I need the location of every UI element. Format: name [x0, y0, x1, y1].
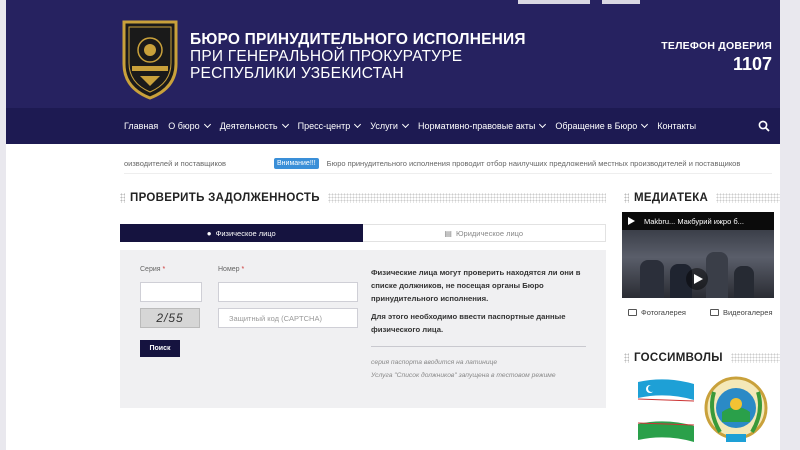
- video-figure: [734, 266, 754, 298]
- play-icon[interactable]: [686, 268, 708, 290]
- site-frame: БЮРО ПРИНУДИТЕЛЬНОГО ИСПОЛНЕНИЯ ПРИ ГЕНЕ…: [6, 0, 780, 450]
- building-icon: ▤: [444, 228, 452, 238]
- nav-item-appeal[interactable]: Обращение в Бюро: [555, 120, 649, 131]
- nav-label: Главная: [124, 121, 159, 131]
- nav-label: Пресс-центр: [297, 121, 351, 131]
- video-title-text: Makbru... Макбурий ижро б...: [644, 216, 744, 226]
- media-title: МЕДИАТЕКА: [634, 192, 709, 204]
- required-mark: *: [162, 266, 166, 273]
- trust-phone-number[interactable]: 1107: [661, 54, 772, 75]
- nav-label: О бюро: [168, 121, 200, 131]
- nav-label: Деятельность: [219, 121, 278, 131]
- state-symbols-heading: ГОССИМВОЛЫ: [624, 352, 780, 364]
- photo-gallery-link[interactable]: Фотогалерея: [628, 308, 698, 317]
- state-symbols-image[interactable]: [636, 372, 776, 450]
- ticker-text-tail: оизводителей и поставщиков: [124, 159, 227, 168]
- top-strip: [602, 0, 640, 4]
- tab-individual[interactable]: ● Физическое лицо: [120, 224, 363, 242]
- video-figure: [640, 260, 664, 298]
- chevron-down-icon: [401, 120, 409, 129]
- note-test-mode: Услуга "Список должников" запущена в тес…: [371, 372, 556, 379]
- chevron-down-icon: [354, 120, 362, 129]
- nav-item-press[interactable]: Пресс-центр: [297, 120, 362, 131]
- state-symbols-title: ГОССИМВОЛЫ: [634, 352, 723, 364]
- org-name-line3: РЕСПУБЛИКИ УЗБЕКИСТАН: [190, 65, 404, 82]
- trust-phone-label: ТЕЛЕФОН ДОВЕРИЯ: [661, 40, 772, 52]
- note-latin-series: серия паспорта вводится на латинице: [371, 359, 498, 366]
- required-mark: *: [241, 266, 245, 273]
- chevron-down-icon: [641, 120, 649, 129]
- nav-item-contacts[interactable]: Контакты: [657, 121, 696, 131]
- youtube-icon: [628, 217, 635, 225]
- video-thumbnail: [622, 230, 774, 298]
- search-button[interactable]: Поиск: [140, 340, 180, 357]
- trust-phone: ТЕЛЕФОН ДОВЕРИЯ 1107: [661, 40, 772, 75]
- site-header: БЮРО ПРИНУДИТЕЛЬНОГО ИСПОЛНЕНИЯ ПРИ ГЕНЕ…: [6, 0, 780, 108]
- heading-divider: [730, 353, 780, 363]
- info-divider: [371, 346, 586, 347]
- photo-gallery-label: Фотогалерея: [641, 308, 686, 317]
- nav-item-legal-acts[interactable]: Нормативно-правовые акты: [417, 120, 547, 131]
- attention-badge: Внимание!!!: [274, 158, 319, 169]
- nav-item-about[interactable]: О бюро: [168, 120, 211, 131]
- org-name-line1: БЮРО ПРИНУДИТЕЛЬНОГО ИСПОЛНЕНИЯ: [190, 31, 526, 48]
- nav-item-activity[interactable]: Деятельность: [219, 120, 289, 131]
- person-type-tabs: ● Физическое лицо ▤ Юридическое лицо: [120, 224, 606, 242]
- heading-dots: [624, 193, 629, 203]
- chevron-down-icon: [203, 120, 211, 129]
- series-input[interactable]: [140, 282, 202, 302]
- debt-check-title: ПРОВЕРИТЬ ЗАДОЛЖЕННОСТЬ: [130, 192, 320, 204]
- nav-item-services[interactable]: Услуги: [370, 120, 409, 131]
- nav-label: Нормативно-правовые акты: [417, 121, 536, 131]
- nav-label: Контакты: [657, 121, 697, 131]
- video-player[interactable]: Makbru... Макбурий ижро б...: [622, 212, 774, 298]
- heading-dots: [120, 193, 125, 203]
- chevron-down-icon: [539, 120, 547, 129]
- chevron-down-icon: [281, 120, 289, 129]
- captcha-text: 2/55: [156, 311, 184, 325]
- ticker-text: Бюро принудительного исполнения проводит…: [326, 159, 741, 168]
- number-label: Номер *: [218, 266, 244, 273]
- video-gallery-label: Видеогалерея: [722, 308, 773, 317]
- photo-icon: [628, 309, 637, 316]
- form-notes: серия паспорта вводится на латинице Услу…: [371, 356, 556, 382]
- heading-dots: [624, 353, 629, 363]
- video-title: Makbru... Макбурий ижро б...: [622, 212, 774, 230]
- captcha-image: 2/55: [140, 308, 200, 328]
- nav-menu: Главная О бюро Деятельность Пресс-центр …: [124, 108, 706, 144]
- info-paragraph-1: Физические лица могут проверить находятс…: [371, 268, 581, 303]
- tab-legal-entity[interactable]: ▤ Юридическое лицо: [362, 224, 606, 242]
- organization-name: БЮРО ПРИНУДИТЕЛЬНОГО ИСПОЛНЕНИЯ ПРИ ГЕНЕ…: [190, 31, 526, 82]
- heading-divider: [327, 193, 606, 203]
- nav-label: Обращение в Бюро: [555, 121, 638, 131]
- nav-label: Услуги: [370, 121, 398, 131]
- debt-check-heading: ПРОВЕРИТЬ ЗАДОЛЖЕННОСТЬ: [120, 192, 606, 204]
- bureau-logo[interactable]: [118, 16, 182, 100]
- media-links: Фотогалерея Видеогалерея: [628, 308, 797, 317]
- number-input[interactable]: [218, 282, 358, 302]
- captcha-placeholder: Защитный код (CAPTCHA): [229, 313, 322, 323]
- series-label: Серия *: [140, 266, 165, 273]
- media-heading: МЕДИАТЕКА: [624, 192, 780, 204]
- search-icon[interactable]: [758, 120, 770, 132]
- heading-divider: [716, 193, 780, 203]
- info-text: Физические лица могут проверить находятс…: [371, 266, 596, 341]
- video-figure: [706, 252, 728, 298]
- captcha-input[interactable]: Защитный код (CAPTCHA): [218, 308, 358, 328]
- tab-legal-label: Юридическое лицо: [455, 228, 524, 238]
- main-navigation: Главная О бюро Деятельность Пресс-центр …: [6, 108, 780, 144]
- page: БЮРО ПРИНУДИТЕЛЬНОГО ИСПОЛНЕНИЯ ПРИ ГЕНЕ…: [0, 0, 800, 450]
- debt-check-form: Серия * Номер * 2/55 Защитный код (CAPTC…: [120, 250, 606, 408]
- nav-item-home[interactable]: Главная: [124, 121, 158, 131]
- top-strip: [518, 0, 590, 4]
- org-name-line2: ПРИ ГЕНЕРАЛЬНОЙ ПРОКУРАТУРЕ: [190, 48, 463, 65]
- tab-individual-label: Физическое лицо: [215, 228, 276, 238]
- series-label-text: Серия: [140, 266, 161, 273]
- news-ticker[interactable]: оизводителей и поставщиков Внимание!!! Б…: [124, 154, 772, 174]
- user-icon: ●: [206, 228, 212, 238]
- video-icon: [709, 309, 719, 316]
- number-label-text: Номер: [218, 266, 240, 273]
- info-paragraph-2: Для этого необходимо ввести паспортные д…: [371, 312, 566, 334]
- video-gallery-link[interactable]: Видеогалерея: [709, 308, 785, 317]
